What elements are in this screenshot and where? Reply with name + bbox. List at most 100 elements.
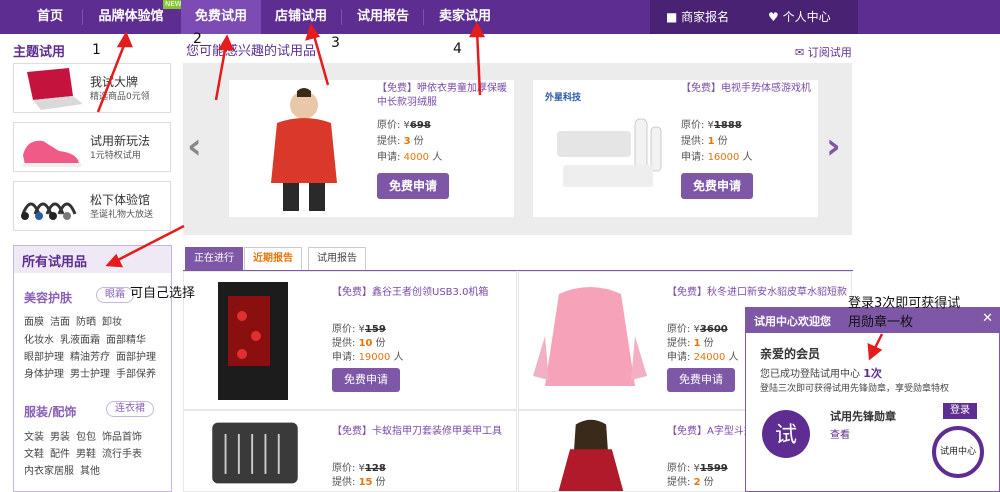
view-link[interactable]: 查看: [830, 426, 850, 441]
popup-description: 登陆三次即可获得试用先锋勋章，享受勋章特权: [760, 384, 950, 394]
category-link[interactable]: 化妆水: [24, 335, 54, 346]
product-title[interactable]: 【免费】咿依衣男童加厚保暖中长款羽绒服: [377, 82, 512, 110]
category-link[interactable]: 文鞋: [24, 449, 44, 460]
annotation-note: 登录3次即可获得试: [848, 296, 961, 311]
free-apply-button[interactable]: 免费申请: [332, 368, 400, 392]
supply-count: 提供: 3 份: [377, 136, 424, 147]
promo-card[interactable]: 我试大牌 精选商品0元领: [13, 63, 171, 113]
nav-divider: [341, 9, 342, 25]
category-link[interactable]: 饰品首饰: [102, 432, 142, 443]
nav-divider: [423, 9, 424, 25]
nav-free-trial[interactable]: 免费试用: [181, 0, 261, 34]
category-link[interactable]: 男士护理: [70, 369, 110, 380]
category-group-title[interactable]: 服装/配饰: [24, 403, 76, 420]
annotation-note: 用勋章一枚: [848, 315, 914, 330]
category-link[interactable]: 眼部护理: [24, 352, 64, 363]
original-price: 原价: ¥1888: [681, 120, 742, 131]
category-tag[interactable]: 眼霜: [96, 287, 134, 303]
merchant-link[interactable]: ■ 商家报名: [666, 0, 729, 34]
featured-card: 外星科技 【免费】电视手势体感游戏机 原价: ¥1888 提供: 1 份 申请:…: [533, 80, 818, 217]
tab-recent-reports[interactable]: 近期报告: [244, 247, 302, 271]
category-link[interactable]: 卸妆: [102, 317, 122, 328]
medal-icon: 试: [762, 410, 810, 458]
envelope-icon: ✉: [795, 46, 805, 59]
category-row[interactable]: 文装 男装 包包 饰品首饰: [24, 428, 148, 443]
promo-card[interactable]: 试用新玩法 1元特权试用: [13, 122, 171, 172]
personal-center-label: 个人中心: [782, 10, 831, 24]
nav-shop-trial[interactable]: 店铺试用: [263, 0, 339, 34]
promo-card[interactable]: 松下体验馆 圣诞礼物大放送: [13, 181, 171, 231]
tab-ongoing[interactable]: 正在进行: [185, 247, 243, 271]
category-row[interactable]: 身体护理 男士护理 手部保养: [24, 365, 162, 380]
category-link[interactable]: 流行手表: [102, 449, 142, 460]
personal-center-link[interactable]: ♥ 个人中心: [768, 0, 831, 34]
category-link[interactable]: 防晒: [76, 317, 96, 328]
close-icon[interactable]: ✕: [982, 311, 993, 326]
featured-carousel: ‹ 【免费】咿依衣男童加厚保暖中长款羽绒服 原价: ¥698 提供: 3 份 申…: [183, 63, 852, 235]
apply-count: 申请: 19000 人: [332, 352, 404, 363]
category-link[interactable]: 手部保养: [116, 369, 156, 380]
chevron-right-icon[interactable]: ›: [826, 127, 841, 167]
login-button[interactable]: 登录: [943, 403, 977, 419]
annotation-number: 3: [331, 35, 340, 51]
category-row[interactable]: 内衣家居服 其他: [24, 462, 106, 477]
category-link[interactable]: 内衣家居服: [24, 466, 74, 477]
chevron-left-icon[interactable]: ‹: [187, 127, 202, 167]
product-title[interactable]: 【免费】卡蚁指甲刀套装修甲美甲工具: [332, 425, 514, 439]
featured-title: 您可能感兴趣的试用品: [186, 44, 317, 59]
annotation-number: 4: [453, 41, 462, 57]
top-nav: 首页 品牌体验馆 NEW 免费试用 店铺试用 试用报告 卖家试用 ■ 商家报名 …: [0, 0, 1000, 34]
category-link[interactable]: 乳液面霜: [60, 335, 100, 346]
laptop-icon: [27, 68, 83, 110]
category-link[interactable]: 精油芳疗: [70, 352, 110, 363]
category-row[interactable]: 化妆水 乳液面霜 面部精华: [24, 331, 152, 346]
product-image[interactable]: [194, 415, 316, 491]
promo-subtitle: 圣诞礼物大放送: [90, 210, 154, 220]
original-price: 原价: ¥159: [332, 324, 386, 335]
tab-trial-reports[interactable]: 试用报告: [308, 247, 366, 271]
category-link[interactable]: 面膜: [24, 317, 44, 328]
product-image[interactable]: [239, 83, 369, 215]
category-link[interactable]: 包包: [76, 432, 96, 443]
heart-icon: ♥: [768, 10, 779, 24]
trial-center-button[interactable]: 试用中心: [932, 426, 984, 478]
free-apply-button[interactable]: 免费申请: [377, 173, 449, 199]
supply-count: 提供: 15 份: [332, 477, 386, 488]
product-image[interactable]: [529, 276, 651, 406]
free-apply-button[interactable]: 免费申请: [667, 368, 735, 392]
category-link[interactable]: 文装: [24, 432, 44, 443]
category-row[interactable]: 文鞋 配件 男鞋 流行手表: [24, 445, 148, 460]
category-group-title[interactable]: 美容护肤: [24, 289, 72, 306]
category-link[interactable]: 男装: [50, 432, 70, 443]
category-link[interactable]: 面部护理: [116, 352, 156, 363]
product-title[interactable]: 【免费】电视手势体感游戏机: [681, 82, 816, 96]
merchant-label: 商家报名: [681, 10, 730, 24]
product-image[interactable]: [529, 415, 651, 491]
category-link[interactable]: 男鞋: [76, 449, 96, 460]
product-title[interactable]: 【免费】鑫谷王者创领USB3.0机箱: [332, 286, 514, 300]
promo-title: 我试大牌: [90, 75, 139, 89]
category-link[interactable]: 其他: [80, 466, 100, 477]
category-link[interactable]: 身体护理: [24, 369, 64, 380]
supply-count: 提供: 1 份: [681, 136, 728, 147]
featured-card: 【免费】咿依衣男童加厚保暖中长款羽绒服 原价: ¥698 提供: 3 份 申请:…: [229, 80, 514, 217]
promo-subtitle: 精选商品0元领: [90, 92, 150, 102]
original-price: 原价: ¥698: [377, 120, 431, 131]
category-row[interactable]: 眼部护理 精油芳疗 面部护理: [24, 348, 162, 363]
category-link[interactable]: 配件: [50, 449, 70, 460]
subscribe-link[interactable]: ✉ 订阅试用: [795, 44, 852, 60]
popup-greeting: 亲爱的会员: [760, 347, 821, 361]
category-link[interactable]: 洁面: [50, 317, 70, 328]
category-row[interactable]: 面膜 洁面 防晒 卸妆: [24, 313, 128, 328]
nav-trial-report[interactable]: 试用报告: [345, 0, 421, 34]
nav-seller-trial[interactable]: 卖家试用: [425, 0, 505, 34]
nav-home[interactable]: 首页: [18, 0, 82, 34]
category-link[interactable]: 面部精华: [106, 335, 146, 346]
product-title[interactable]: 【免费】秋冬进口新安水貂皮草水貂短款: [667, 286, 849, 300]
category-tag[interactable]: 连衣裙: [106, 401, 154, 417]
sneaker-icon: [23, 140, 81, 167]
product-image[interactable]: [194, 276, 316, 406]
original-price: 原价: ¥128: [332, 463, 386, 474]
annotation-arrowhead: [116, 31, 133, 48]
free-apply-button[interactable]: 免费申请: [681, 173, 753, 199]
